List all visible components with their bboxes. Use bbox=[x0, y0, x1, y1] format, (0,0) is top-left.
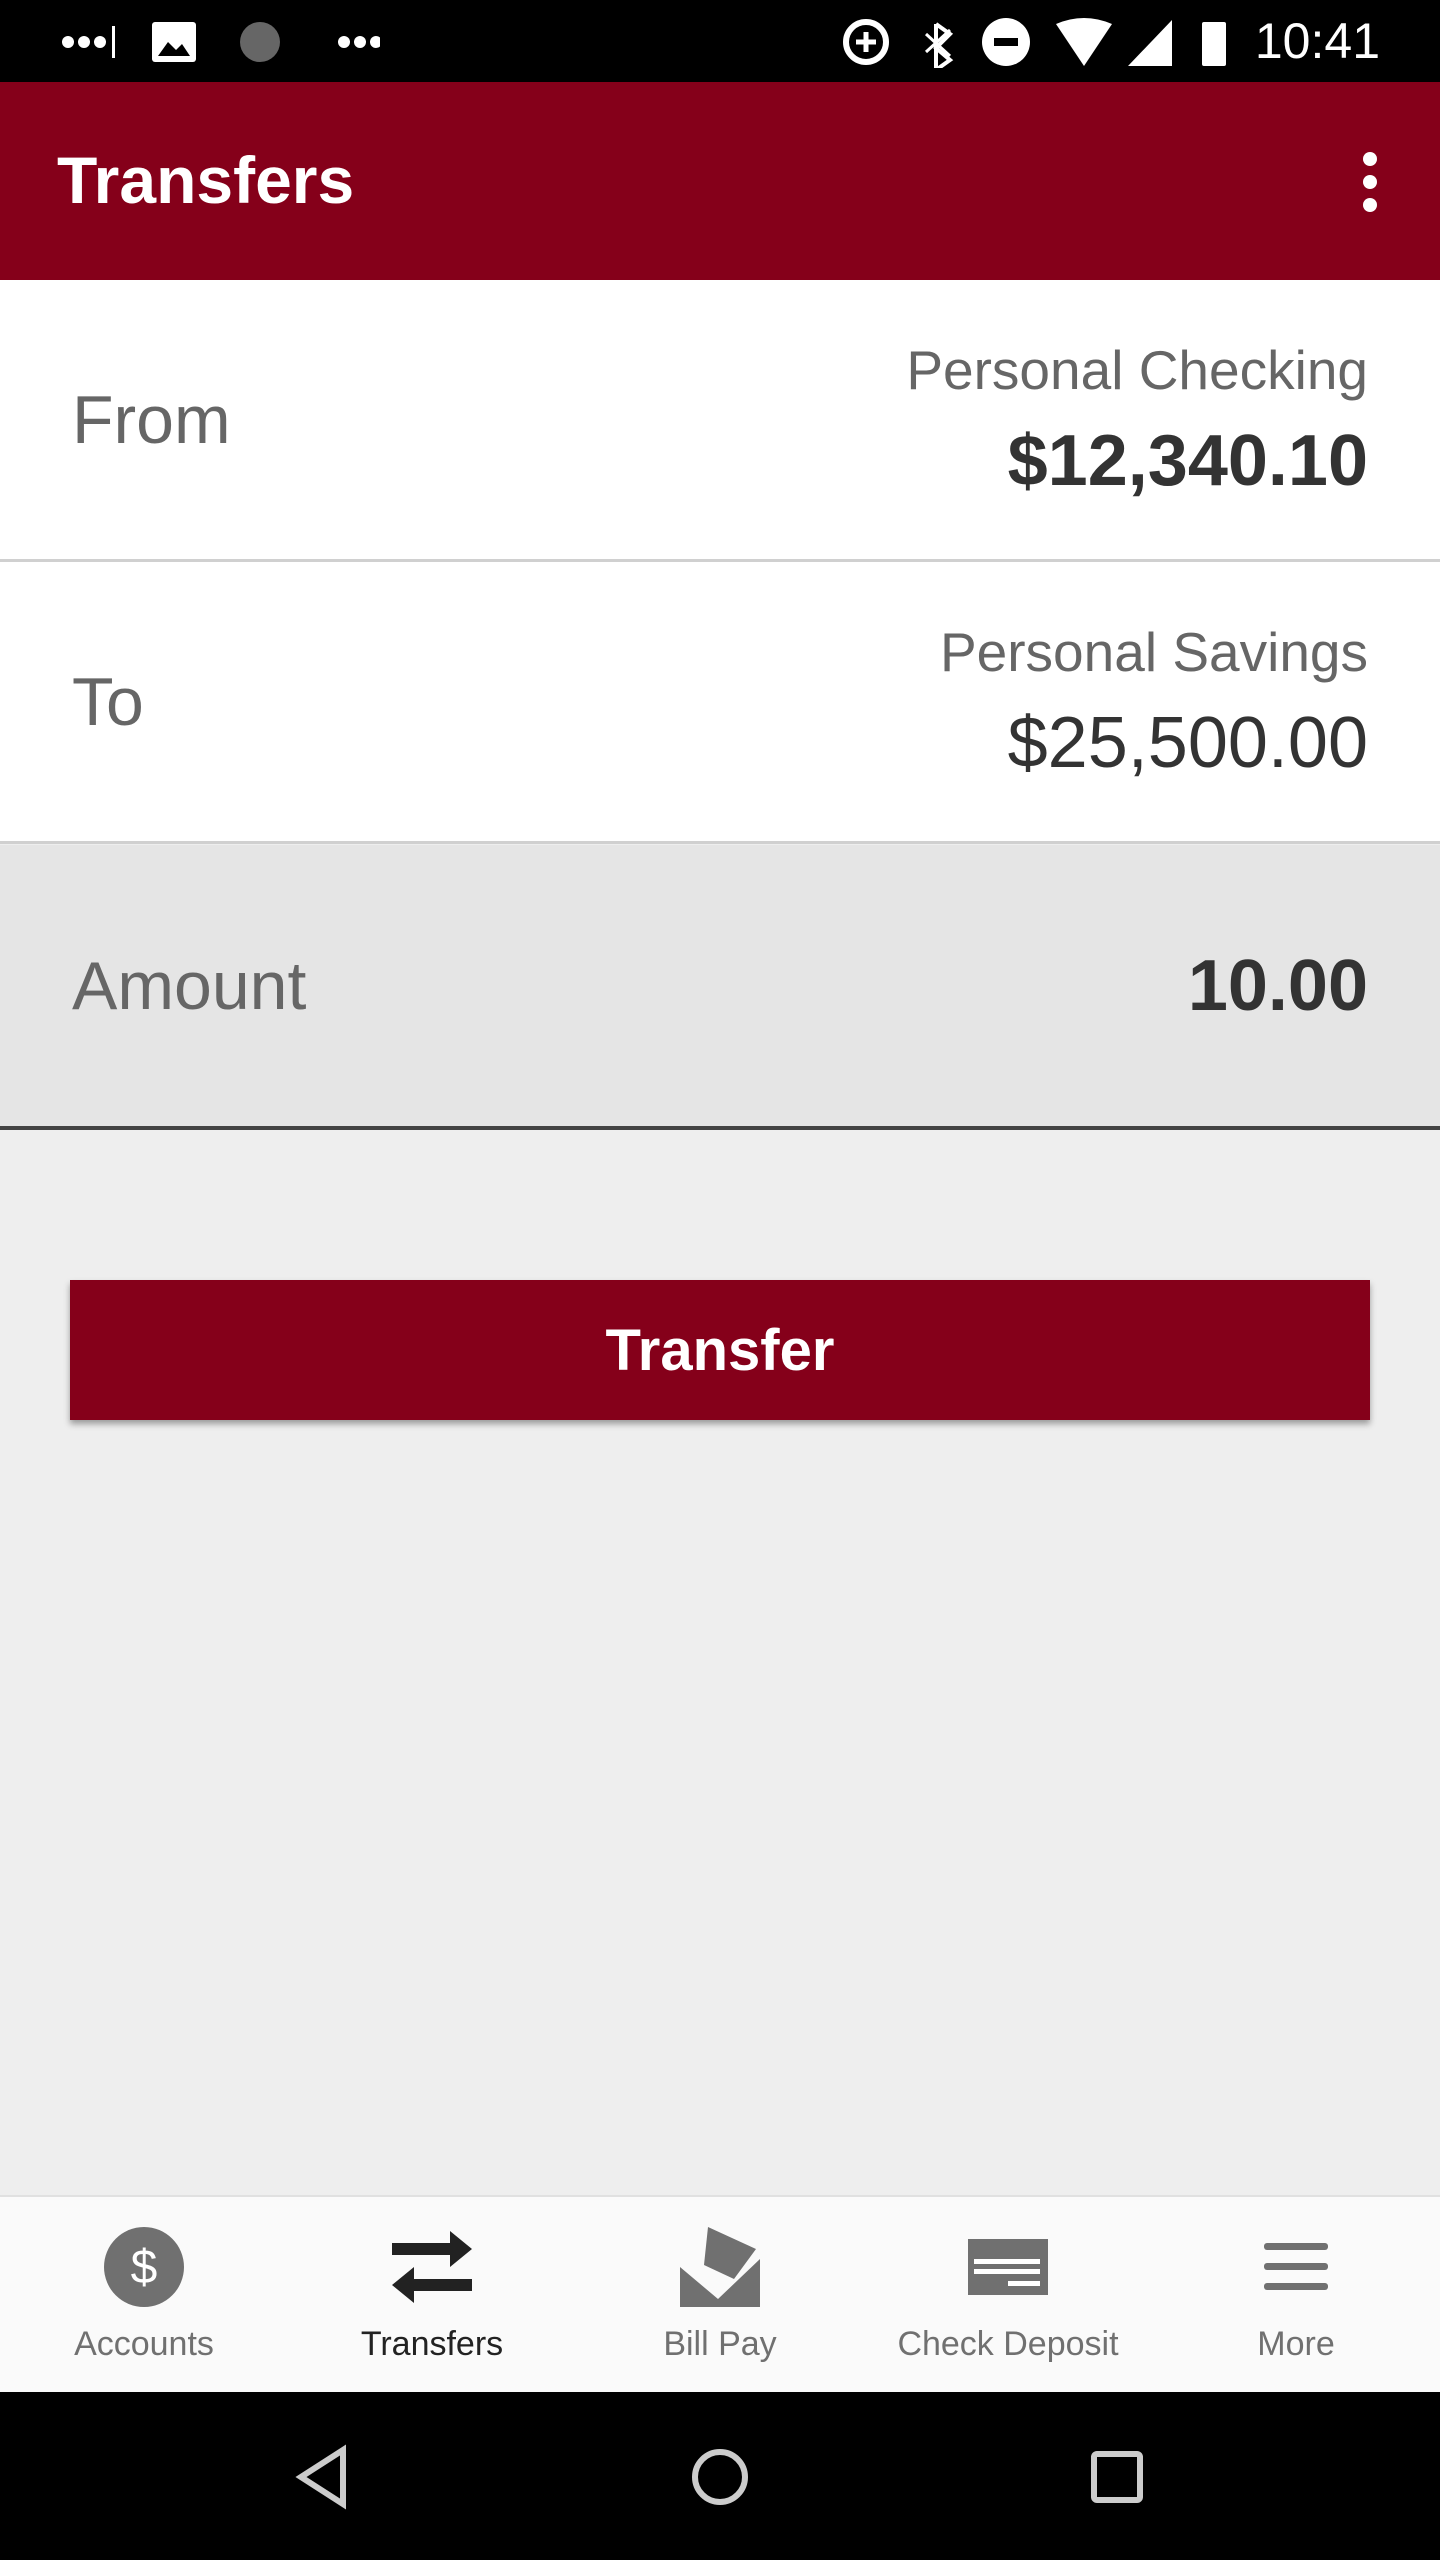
status-bar: 10:41 bbox=[0, 0, 1440, 82]
from-label: From bbox=[72, 381, 231, 458]
dollar-icon: $ bbox=[99, 2227, 189, 2307]
transfer-button[interactable]: Transfer bbox=[70, 1280, 1370, 1420]
to-account-row[interactable]: To Personal Savings $25,500.00 bbox=[0, 562, 1440, 844]
from-account-row[interactable]: From Personal Checking $12,340.10 bbox=[0, 280, 1440, 562]
nav-label: Transfers bbox=[360, 2325, 504, 2363]
to-account-balance: $25,500.00 bbox=[1007, 703, 1368, 783]
nav-check-deposit[interactable]: Check Deposit bbox=[864, 2197, 1152, 2392]
nav-more[interactable]: More bbox=[1152, 2197, 1440, 2392]
nav-transfers[interactable]: Transfers bbox=[288, 2197, 576, 2392]
nav-bill-pay[interactable]: Bill Pay bbox=[576, 2197, 864, 2392]
to-label: To bbox=[72, 663, 144, 740]
nav-label: Bill Pay bbox=[663, 2325, 777, 2363]
recents-icon[interactable] bbox=[1082, 2442, 1152, 2512]
bill-pay-icon bbox=[675, 2227, 765, 2307]
status-left-icons bbox=[62, 22, 380, 62]
nav-label: Check Deposit bbox=[897, 2325, 1119, 2363]
clock: 10:41 bbox=[1254, 13, 1380, 69]
to-account-name: Personal Savings bbox=[939, 621, 1368, 683]
page-title: Transfers bbox=[57, 143, 355, 217]
transfer-arrows-icon bbox=[387, 2227, 477, 2307]
back-icon[interactable] bbox=[287, 2442, 357, 2512]
more-vert-icon[interactable] bbox=[1360, 152, 1380, 212]
status-right-icons bbox=[843, 18, 1226, 68]
system-nav-bar bbox=[0, 2392, 1440, 2560]
amount-field[interactable]: Amount 10.00 bbox=[0, 845, 1440, 1130]
menu-icon bbox=[1251, 2227, 1341, 2307]
check-icon bbox=[963, 2227, 1053, 2307]
home-icon[interactable] bbox=[685, 2442, 755, 2512]
amount-value[interactable]: 10.00 bbox=[1188, 945, 1368, 1027]
bottom-nav: $ Accounts Transfers Bill Pay Check Depo… bbox=[0, 2195, 1440, 2392]
app-bar: Transfers bbox=[0, 82, 1440, 280]
nav-label: Accounts bbox=[74, 2325, 214, 2363]
nav-label: More bbox=[1257, 2325, 1335, 2363]
from-account-balance: $12,340.10 bbox=[1007, 421, 1368, 501]
amount-label: Amount bbox=[72, 947, 307, 1024]
nav-accounts[interactable]: $ Accounts bbox=[0, 2197, 288, 2392]
from-account-name: Personal Checking bbox=[906, 339, 1368, 401]
svg-text:$: $ bbox=[131, 2241, 158, 2294]
